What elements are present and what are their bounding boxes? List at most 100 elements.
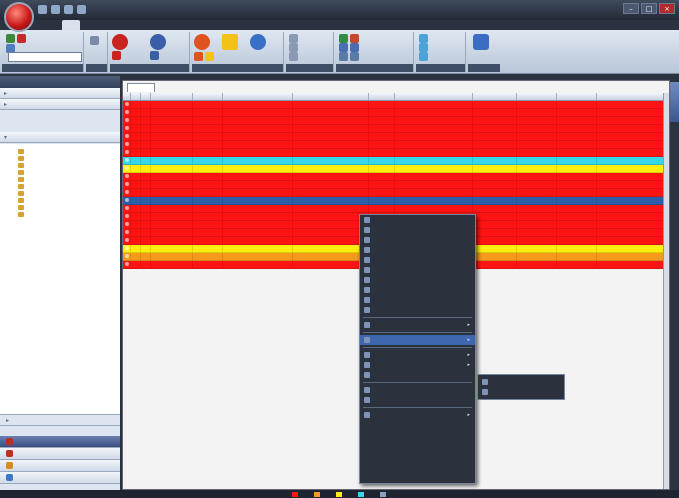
column-header[interactable]: [395, 93, 473, 100]
dropdown-icon[interactable]: [77, 5, 86, 14]
context-menu-item[interactable]: [360, 395, 475, 405]
nav-section-3[interactable]: ▾: [0, 132, 120, 143]
close-button[interactable]: ×: [659, 3, 675, 14]
tree-node[interactable]: [6, 204, 114, 210]
maximize-button[interactable]: □: [641, 3, 657, 14]
tree-node[interactable]: [6, 197, 114, 203]
ribbon-button[interactable]: [289, 52, 298, 61]
ribbon-button[interactable]: [90, 36, 99, 45]
nav-button-4[interactable]: [0, 472, 120, 484]
table-row[interactable]: [123, 109, 669, 117]
context-menu-item[interactable]: [360, 235, 475, 245]
context-menu-item[interactable]: ▸: [360, 360, 475, 370]
column-header[interactable]: [369, 93, 395, 100]
column-header[interactable]: [473, 93, 517, 100]
table-row[interactable]: [123, 205, 669, 213]
ribbon-button[interactable]: [112, 34, 128, 50]
ribbon-button[interactable]: [289, 34, 298, 43]
ribbon-button[interactable]: [289, 43, 298, 52]
context-menu-item[interactable]: [360, 295, 475, 305]
table-row[interactable]: [123, 125, 669, 133]
table-row[interactable]: [123, 189, 669, 197]
ribbon-button[interactable]: [419, 43, 428, 52]
tree-node[interactable]: [6, 183, 114, 189]
context-menu-item[interactable]: [360, 225, 475, 235]
context-menu-item[interactable]: [360, 285, 475, 295]
table-row[interactable]: [123, 157, 669, 165]
document-tab[interactable]: [127, 83, 155, 92]
ribbon-button[interactable]: [150, 34, 166, 50]
column-header[interactable]: [223, 93, 293, 100]
undo-icon[interactable]: [64, 5, 73, 14]
context-menu-item[interactable]: ▸: [360, 320, 475, 330]
nav-section-4[interactable]: ▸: [0, 414, 120, 426]
nav-button-1[interactable]: [0, 436, 120, 448]
ribbon-button[interactable]: [419, 34, 428, 43]
column-header[interactable]: [151, 93, 193, 100]
tree-node[interactable]: [6, 148, 114, 154]
table-row[interactable]: [123, 101, 669, 109]
ribbon-button[interactable]: [194, 52, 214, 61]
tree-node[interactable]: [6, 176, 114, 182]
context-menu-item[interactable]: [360, 370, 475, 380]
table-row[interactable]: [123, 133, 669, 141]
refresh-icon[interactable]: [51, 5, 60, 14]
tab-5[interactable]: [122, 20, 140, 30]
column-header[interactable]: [293, 93, 369, 100]
submenu-item[interactable]: [478, 387, 564, 397]
context-menu-item[interactable]: [360, 275, 475, 285]
minimize-button[interactable]: –: [623, 3, 639, 14]
context-menu-item[interactable]: [360, 385, 475, 395]
column-header[interactable]: [131, 93, 141, 100]
table-row[interactable]: [123, 117, 669, 125]
ribbon-button[interactable]: [150, 51, 159, 60]
nav-button-2[interactable]: [0, 448, 120, 460]
tree-node[interactable]: [6, 190, 114, 196]
ribbon-button[interactable]: [339, 34, 359, 43]
tree-node[interactable]: [6, 211, 114, 217]
submenu-item[interactable]: [478, 377, 564, 387]
ribbon-button[interactable]: [194, 34, 210, 50]
nav-section-2[interactable]: ▸: [0, 99, 120, 110]
tree-node[interactable]: [6, 169, 114, 175]
tab-2[interactable]: [62, 20, 80, 30]
tree-node[interactable]: [6, 155, 114, 161]
ribbon-button[interactable]: [222, 34, 238, 50]
table-row[interactable]: [123, 141, 669, 149]
vertical-scrollbar[interactable]: [663, 93, 669, 489]
ribbon-button[interactable]: [339, 52, 359, 61]
ribbon-button[interactable]: [473, 34, 489, 50]
nav-section-favorites[interactable]: ▸: [0, 88, 120, 99]
save-icon[interactable]: [38, 5, 47, 14]
context-menu-item[interactable]: [360, 305, 475, 315]
ribbon-button[interactable]: [6, 34, 26, 43]
context-menu-item[interactable]: [360, 255, 475, 265]
ribbon-button[interactable]: [419, 52, 428, 61]
table-row[interactable]: [123, 173, 669, 181]
tree-node[interactable]: [6, 162, 114, 168]
nav-button-3[interactable]: [0, 460, 120, 472]
table-row[interactable]: [123, 197, 669, 205]
tab-1[interactable]: [42, 20, 60, 30]
ribbon-button[interactable]: [339, 43, 359, 52]
column-header[interactable]: [517, 93, 557, 100]
ribbon-button[interactable]: [112, 51, 121, 60]
search-input[interactable]: [8, 52, 82, 62]
tab-4[interactable]: [102, 20, 120, 30]
column-header[interactable]: [141, 93, 151, 100]
table-row[interactable]: [123, 149, 669, 157]
column-header[interactable]: [557, 93, 597, 100]
tab-3[interactable]: [82, 20, 100, 30]
context-menu-item[interactable]: [360, 245, 475, 255]
ribbon-button[interactable]: [250, 34, 266, 50]
table-row[interactable]: [123, 181, 669, 189]
application-menu-orb[interactable]: [4, 2, 34, 32]
context-menu-item[interactable]: ▸: [360, 335, 475, 345]
table-row[interactable]: [123, 165, 669, 173]
context-menu-item[interactable]: [360, 265, 475, 275]
column-header[interactable]: [193, 93, 223, 100]
context-menu-item[interactable]: [360, 215, 475, 225]
context-menu-item[interactable]: ▸: [360, 350, 475, 360]
column-header[interactable]: [123, 93, 131, 100]
context-menu-item[interactable]: ▸: [360, 410, 475, 420]
